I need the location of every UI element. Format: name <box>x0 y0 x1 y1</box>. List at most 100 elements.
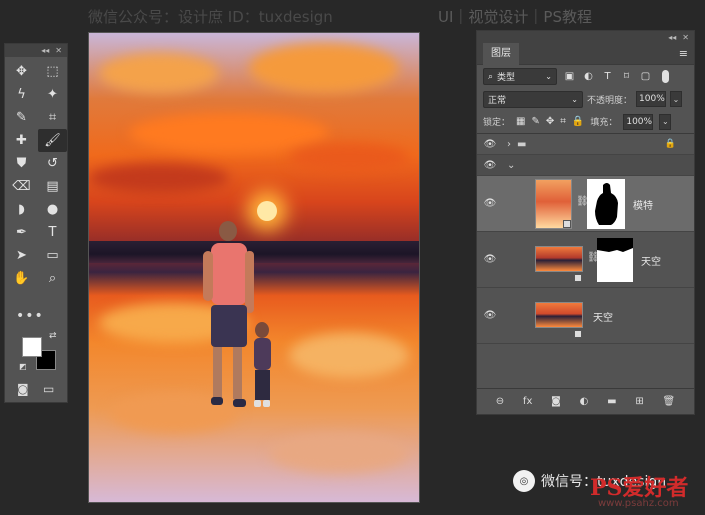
crop-icon[interactable]: ⌗ <box>38 106 67 129</box>
layers-panel-header: ◂◂ ✕ <box>477 31 694 43</box>
blend-row: 正常 ⌄ 不透明度： 100% ⌄ <box>477 88 694 110</box>
gradient-icon[interactable]: ▤ <box>38 175 67 198</box>
collapse-icon[interactable]: ◂◂ <box>41 46 49 55</box>
healing-icon[interactable]: ✚ <box>7 129 36 152</box>
path-select-icon[interactable]: ➤ <box>7 244 36 267</box>
filter-kind-label: 类型 <box>497 73 516 83</box>
cloud <box>289 143 409 173</box>
wechat-icon: ◎ <box>513 470 535 492</box>
dodge-icon[interactable]: ● <box>38 198 67 221</box>
cloud <box>89 163 229 193</box>
marquee-icon[interactable]: ⬚ <box>38 60 67 83</box>
lock-position-icon[interactable]: ✥ <box>546 116 554 127</box>
blur-icon[interactable]: ◗ <box>7 198 36 221</box>
close-icon[interactable]: ✕ <box>55 46 62 55</box>
chevron-down-icon[interactable]: ⌄ <box>507 160 515 171</box>
layer-row-model[interactable]: 👁 ⛓ 模特 <box>477 176 694 232</box>
tools-panel: ◂◂ ✕ ✥ ⬚ ϟ ✦ ✎ ⌗ ✚ 🖌 ⛊ ↺ ⌫ ▤ ◗ ● ✒ T ➤ ▭… <box>4 43 68 403</box>
lock-all-icon[interactable]: 🔒 <box>572 116 584 127</box>
layer-mask-thumbnail[interactable] <box>597 238 633 282</box>
cloud <box>99 53 219 93</box>
link-layers-icon[interactable]: ⊖ <box>496 396 504 407</box>
lock-artboard-icon[interactable]: ⌗ <box>560 116 566 127</box>
layer-name[interactable]: 天空 <box>641 253 661 268</box>
tools-panel-header: ◂◂ ✕ <box>5 44 67 57</box>
add-mask-icon[interactable]: ◙ <box>551 396 561 407</box>
fill-field[interactable]: 100% <box>623 113 654 130</box>
layer-row-sky-masked[interactable]: 👁 ⛓ 天空 <box>477 232 694 288</box>
more-tools-icon[interactable]: ••• <box>16 308 44 324</box>
chevron-down-icon: ⌄ <box>545 72 552 81</box>
filter-row: ⌕ 类型 ⌄ ▣ ◐ T ⌑ ▢ <box>477 65 694 88</box>
panel-menu-icon[interactable]: ≡ <box>679 47 688 60</box>
lock-label: 锁定： <box>483 118 511 128</box>
type-icon[interactable]: T <box>38 221 67 244</box>
adjustment-layer-icon[interactable]: ◐ <box>580 396 589 407</box>
cloud-reflection <box>289 333 409 378</box>
eye-icon[interactable]: 👁 <box>477 160 503 171</box>
shape-filter-icon[interactable]: ⌑ <box>620 71 633 82</box>
foreground-color-swatch[interactable] <box>22 337 42 357</box>
tab-layers[interactable]: 图层 <box>483 42 519 65</box>
delete-icon[interactable]: 🗑 <box>662 396 675 407</box>
layer-row-group[interactable]: 👁 › ▬ 🔒 <box>477 134 694 155</box>
hand-icon[interactable]: ✋ <box>7 267 36 290</box>
opacity-field[interactable]: 100% <box>636 91 667 107</box>
filter-toggle[interactable] <box>662 70 669 83</box>
layer-row-group[interactable]: 👁 ⌄ <box>477 155 694 176</box>
cloud <box>249 43 399 93</box>
document-canvas[interactable] <box>88 32 420 503</box>
search-icon: ⌕ <box>488 71 494 82</box>
pen-icon[interactable]: ✒ <box>7 221 36 244</box>
layer-name[interactable]: 天空 <box>593 309 613 324</box>
fx-icon[interactable]: fx <box>523 396 532 407</box>
new-group-icon[interactable]: ▬ <box>607 396 616 407</box>
eraser-icon[interactable]: ⌫ <box>7 175 36 198</box>
blend-mode-value: 正常 <box>488 95 507 106</box>
lock-icon: 🔒 <box>664 139 676 149</box>
layers-tab-row: 图层 ≡ <box>477 42 694 65</box>
eye-icon[interactable]: 👁 <box>477 254 503 265</box>
lock-pixels-icon[interactable]: ✎ <box>531 116 539 127</box>
layer-mask-thumbnail[interactable] <box>587 179 625 229</box>
fill-label: 填充： <box>590 118 618 128</box>
brush-icon[interactable]: 🖌 <box>38 129 67 152</box>
move-icon[interactable]: ✥ <box>7 60 36 83</box>
adult-figure <box>203 221 254 407</box>
eye-icon[interactable]: 👁 <box>477 139 503 150</box>
smart-object-badge <box>574 330 582 338</box>
lock-transparency-icon[interactable]: ▦ <box>516 116 525 127</box>
swap-colors-icon[interactable]: ⇄ <box>49 331 57 341</box>
history-brush-icon[interactable]: ↺ <box>38 152 67 175</box>
blend-mode-select[interactable]: 正常 ⌄ <box>483 90 583 108</box>
close-icon[interactable]: ✕ <box>682 33 689 42</box>
screen-mode-icon[interactable]: ▭ <box>43 382 54 396</box>
eye-icon[interactable]: 👁 <box>477 310 503 321</box>
chevron-right-icon[interactable]: › <box>507 139 511 150</box>
quick-mask-icon[interactable]: ◙ <box>17 382 29 396</box>
smart-object-filter-icon[interactable]: ▢ <box>639 71 652 82</box>
stamp-icon[interactable]: ⛊ <box>7 152 36 175</box>
default-colors-icon[interactable]: ◩ <box>19 362 27 371</box>
pixel-filter-icon[interactable]: ▣ <box>563 71 576 82</box>
zoom-icon[interactable]: ⌕ <box>38 267 67 290</box>
eye-icon[interactable]: 👁 <box>477 198 503 209</box>
filter-kind-select[interactable]: ⌕ 类型 ⌄ <box>483 68 557 85</box>
layer-name[interactable]: 模特 <box>633 197 653 212</box>
lasso-icon[interactable]: ϟ <box>7 83 36 106</box>
layer-row-sky[interactable]: 👁 天空 <box>477 288 694 344</box>
chevron-down-icon[interactable]: ⌄ <box>659 113 672 130</box>
sun <box>257 201 277 221</box>
chevron-down-icon[interactable]: ⌄ <box>670 91 683 107</box>
rectangle-icon[interactable]: ▭ <box>38 244 67 267</box>
chevron-down-icon: ⌄ <box>571 94 578 104</box>
type-filter-icon[interactable]: T <box>601 71 614 82</box>
brand-site: www.psahz.com <box>598 498 679 509</box>
magic-wand-icon[interactable]: ✦ <box>38 83 67 106</box>
collapse-icon[interactable]: ◂◂ <box>668 33 676 42</box>
new-layer-icon[interactable]: ⊞ <box>635 396 643 407</box>
smart-object-badge <box>574 274 582 282</box>
watermark-top: 微信公众号：设计庶 ID：tuxdesign <box>88 8 333 26</box>
eyedropper-icon[interactable]: ✎ <box>7 106 36 129</box>
adjustment-filter-icon[interactable]: ◐ <box>582 71 595 82</box>
